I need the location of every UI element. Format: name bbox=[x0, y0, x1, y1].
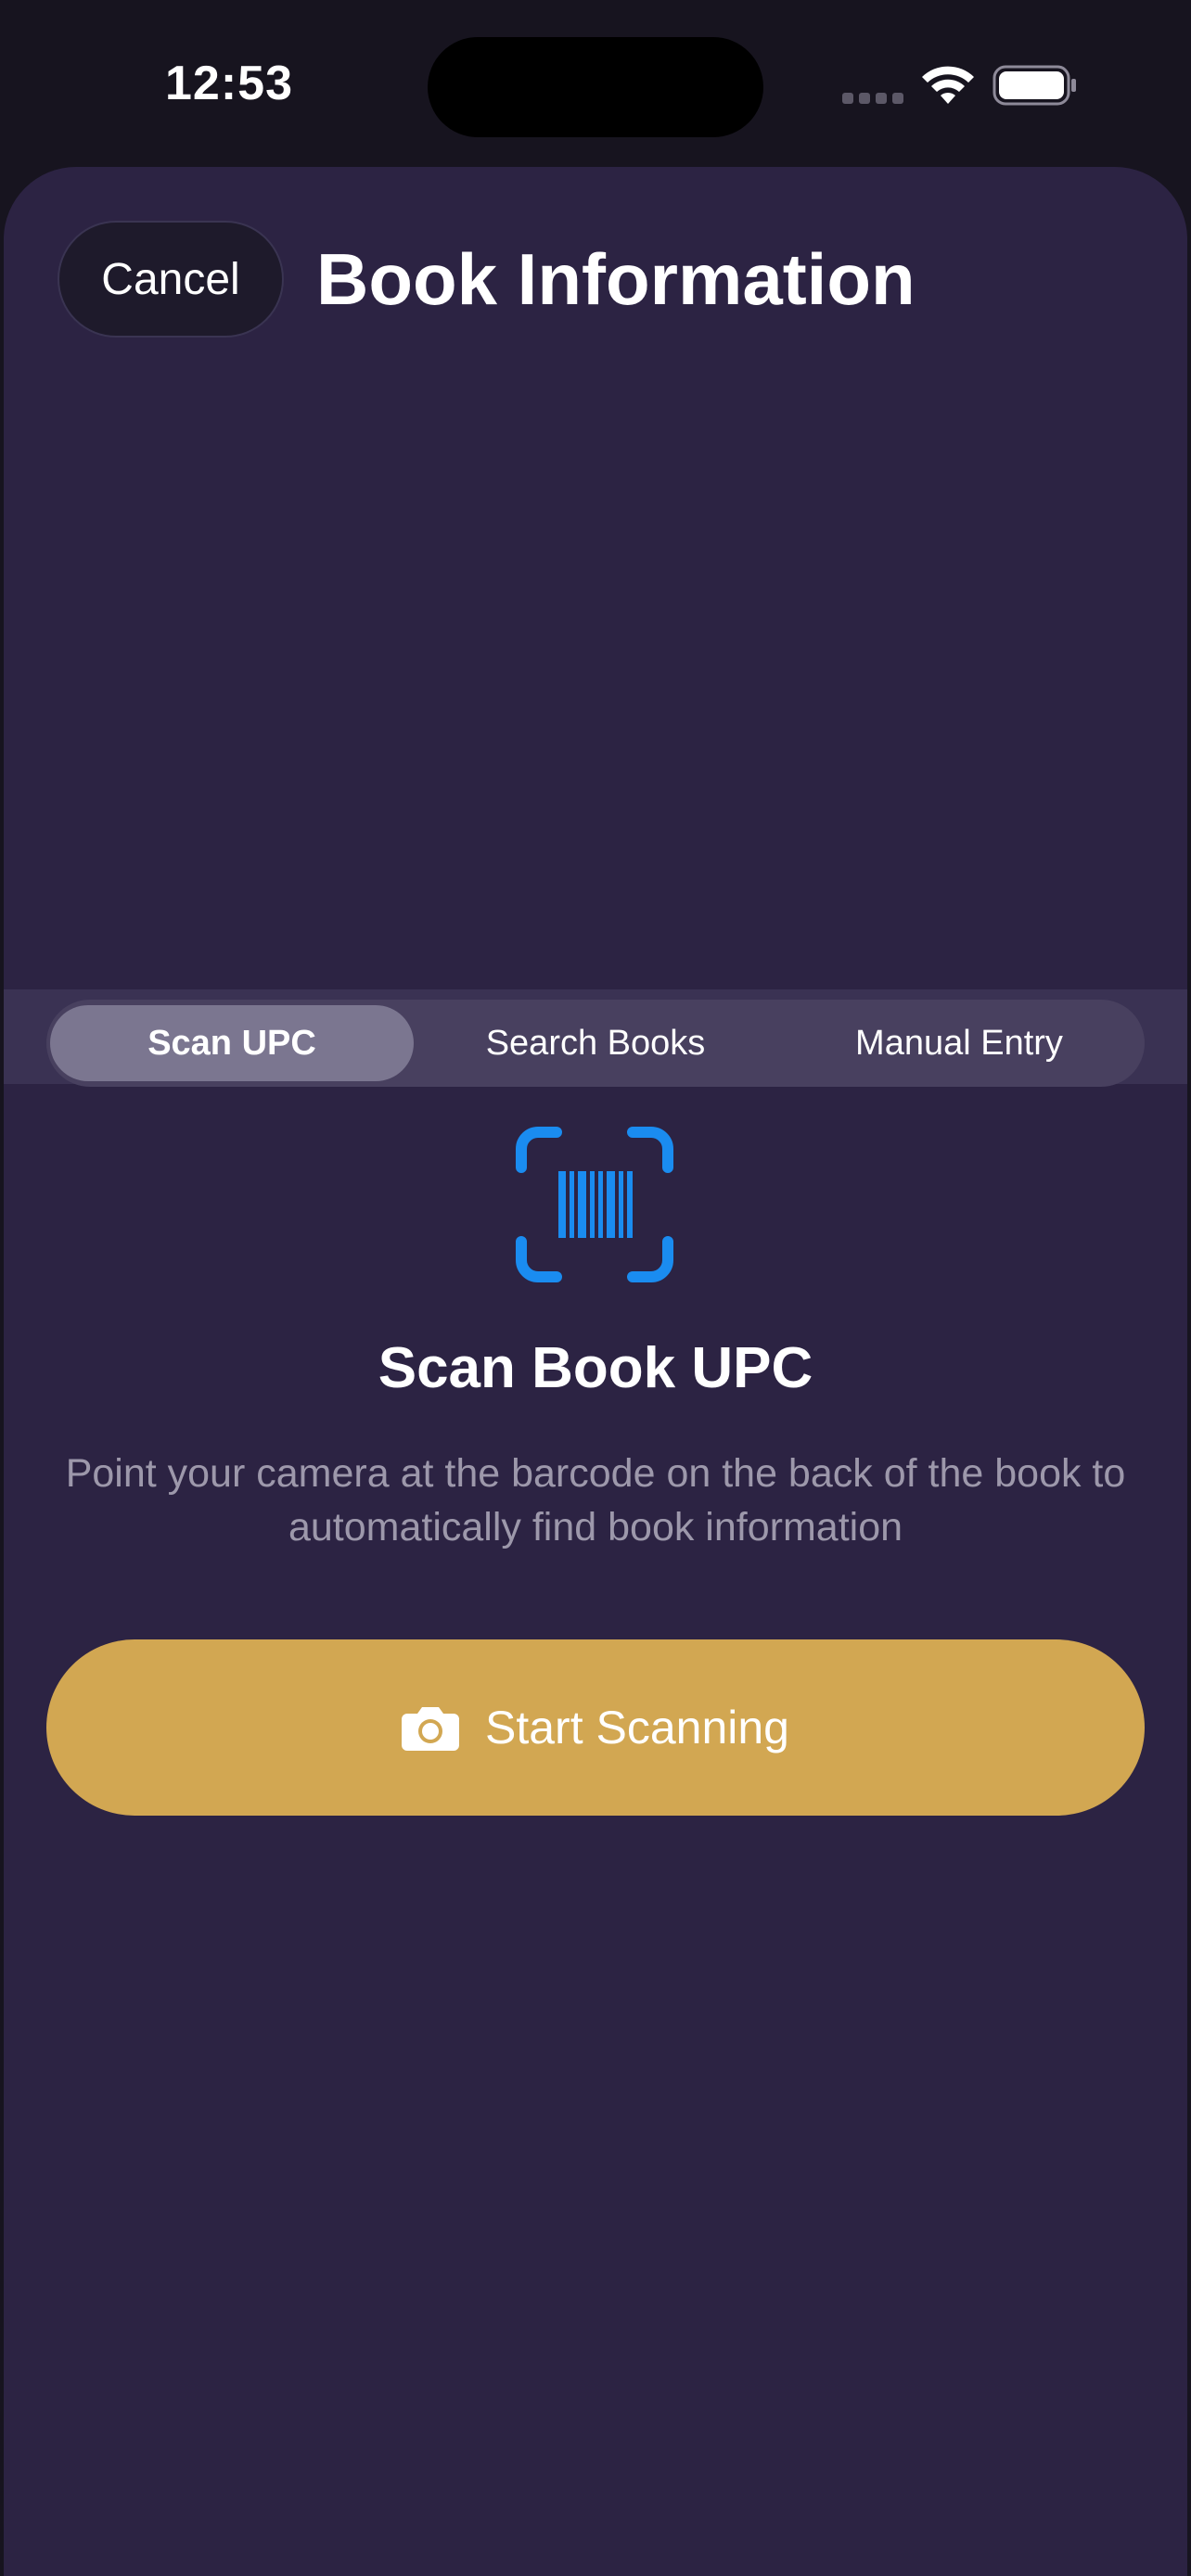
start-scanning-button[interactable]: Start Scanning bbox=[46, 1639, 1145, 1816]
page-title: Book Information bbox=[316, 238, 916, 320]
start-scanning-label: Start Scanning bbox=[485, 1702, 789, 1753]
scan-description: Point your camera at the barcode on the … bbox=[65, 1451, 1126, 1549]
tab-scan-upc[interactable]: Scan UPC bbox=[50, 1005, 414, 1081]
battery-icon bbox=[992, 65, 1076, 106]
camera-icon bbox=[402, 1707, 459, 1751]
barcode-viewfinder-icon bbox=[516, 1127, 673, 1282]
dynamic-island bbox=[428, 37, 763, 137]
input-mode-segmented-control: Scan UPC Search Books Manual Entry bbox=[46, 1000, 1145, 1087]
tab-manual-entry[interactable]: Manual Entry bbox=[777, 1005, 1141, 1081]
cellular-signal-icon bbox=[842, 93, 903, 104]
scan-title: Scan Book UPC bbox=[378, 1336, 813, 1400]
wifi-icon bbox=[922, 66, 974, 104]
tab-search-books[interactable]: Search Books bbox=[414, 1005, 777, 1081]
cancel-button[interactable]: Cancel bbox=[58, 221, 284, 338]
status-time: 12:53 bbox=[165, 57, 293, 110]
screen: 12:53 Cancel Book Information Scan UPC S… bbox=[0, 0, 1191, 2576]
